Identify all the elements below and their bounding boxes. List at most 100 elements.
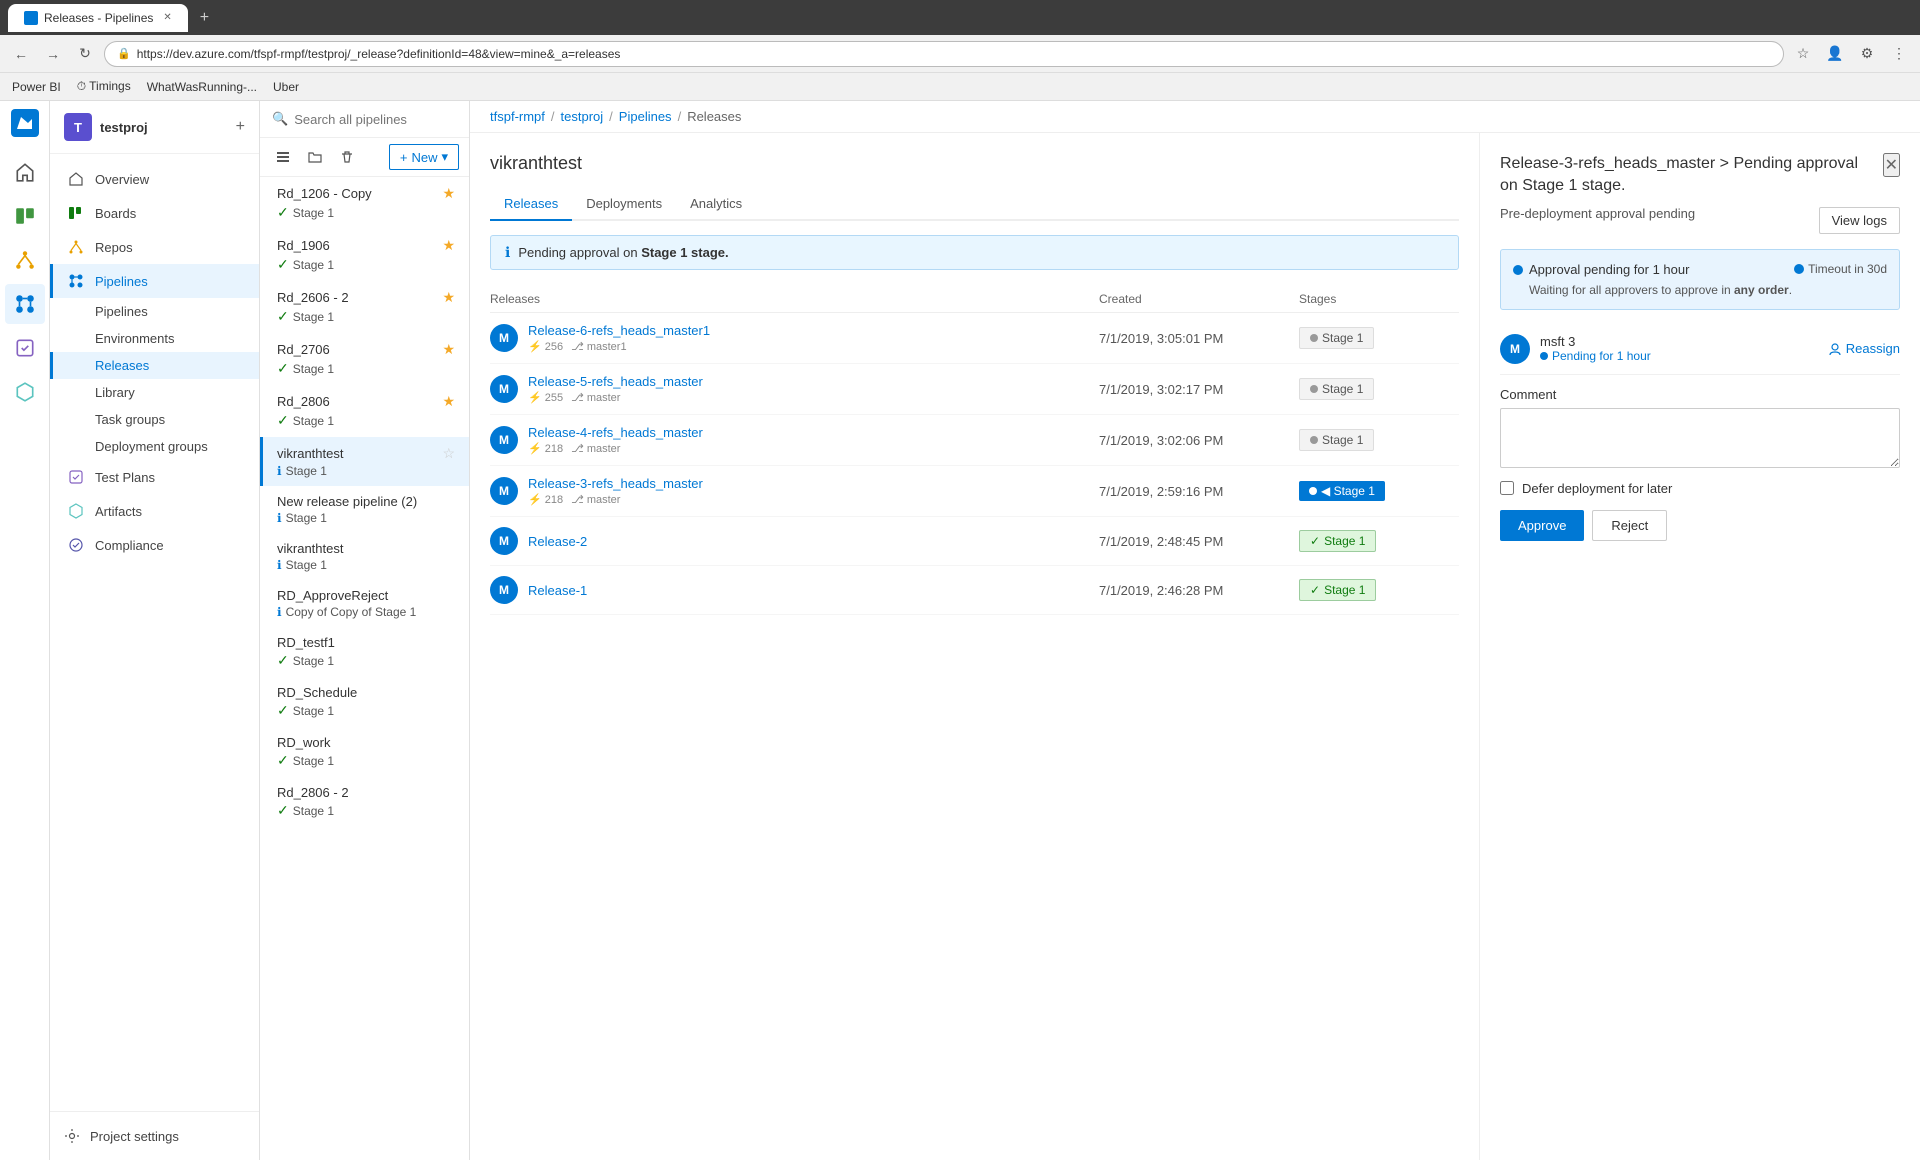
add-project-btn[interactable]: + xyxy=(236,118,245,136)
sidebar-item-artifacts[interactable]: Artifacts xyxy=(50,494,259,528)
tab-close-btn[interactable]: ✕ xyxy=(163,12,171,23)
pipeline-item-7[interactable]: vikranthtest ℹ Stage 1 xyxy=(260,533,469,580)
sidebar-item-test-plans[interactable]: Test Plans xyxy=(50,460,259,494)
stage-badge-3[interactable]: ◀ Stage 1 xyxy=(1299,481,1385,501)
close-panel-btn[interactable]: ✕ xyxy=(1883,153,1900,177)
pipeline-item-1[interactable]: Rd_1906 ★ ✓ Stage 1 xyxy=(260,229,469,281)
release-avatar-1: M xyxy=(490,375,518,403)
sidebar-item-boards[interactable]: Boards xyxy=(50,196,259,230)
more-btn[interactable]: ⋮ xyxy=(1886,41,1912,67)
browser-toolbar-icons: ☆ 👤 ⚙ ⋮ xyxy=(1790,41,1912,67)
star-icon-5[interactable]: ☆ xyxy=(442,445,455,462)
bookmark-powerbi[interactable]: Power BI xyxy=(12,80,61,94)
list-view-btn[interactable] xyxy=(270,144,296,170)
stage-cell-1: Stage 1 xyxy=(1299,378,1459,400)
star-icon-3[interactable]: ★ xyxy=(442,341,455,358)
releases-table: Releases Created Stages M Release-6-refs… xyxy=(490,286,1459,615)
global-nav-test-plans[interactable] xyxy=(5,328,45,368)
address-bar[interactable]: 🔒 https://dev.azure.com/tfspf-rmpf/testp… xyxy=(104,41,1784,67)
star-icon-1[interactable]: ★ xyxy=(442,237,455,254)
pipeline-item-11[interactable]: RD_work ✓ Stage 1 xyxy=(260,727,469,777)
sidebar-sub-task-groups[interactable]: Task groups xyxy=(50,406,259,433)
pipeline-item-8[interactable]: RD_ApproveReject ℹ Copy of Copy of Stage… xyxy=(260,580,469,627)
stage-badge-0[interactable]: Stage 1 xyxy=(1299,327,1374,349)
bookmark-timings[interactable]: ⏱ Timings xyxy=(77,79,131,94)
browser-toolbar: ← → ↻ 🔒 https://dev.azure.com/tfspf-rmpf… xyxy=(0,35,1920,73)
pipeline-item-9[interactable]: RD_testf1 ✓ Stage 1 xyxy=(260,627,469,677)
sidebar-item-repos[interactable]: Repos xyxy=(50,230,259,264)
star-icon-0[interactable]: ★ xyxy=(442,185,455,202)
approve-btn[interactable]: Approve xyxy=(1500,510,1584,541)
star-icon-4[interactable]: ★ xyxy=(442,393,455,410)
left-sidebar: T testproj + Overview Boards Rep xyxy=(50,101,260,1160)
browser-tab[interactable]: Releases - Pipelines ✕ xyxy=(8,4,188,32)
new-icon: + xyxy=(400,150,408,165)
sidebar-sub-deployment-groups[interactable]: Deployment groups xyxy=(50,433,259,460)
back-btn[interactable]: ← xyxy=(8,41,34,67)
approval-pending-left: Approval pending for 1 hour xyxy=(1513,262,1689,277)
star-icon-2[interactable]: ★ xyxy=(442,289,455,306)
forward-btn[interactable]: → xyxy=(40,41,66,67)
global-nav-repos[interactable] xyxy=(5,240,45,280)
pipeline-item-4[interactable]: Rd_2806 ★ ✓ Stage 1 xyxy=(260,385,469,437)
incognito-btn[interactable]: 👤 xyxy=(1822,41,1848,67)
breadcrumb-project[interactable]: testproj xyxy=(561,109,604,124)
repos-icon xyxy=(14,249,36,271)
pipeline-item-2[interactable]: Rd_2606 - 2 ★ ✓ Stage 1 xyxy=(260,281,469,333)
delete-btn[interactable] xyxy=(334,144,360,170)
release-name-cell-3: M Release-3-refs_heads_master ⚡ 218 ⎇ ma… xyxy=(490,476,1099,506)
release-date-1: 7/1/2019, 3:02:17 PM xyxy=(1099,382,1299,397)
pipeline-item-6[interactable]: New release pipeline (2) ℹ Stage 1 xyxy=(260,486,469,533)
stage-badge-4[interactable]: ✓ Stage 1 xyxy=(1299,530,1376,552)
global-nav-artifacts[interactable] xyxy=(5,372,45,412)
global-nav-pipelines[interactable] xyxy=(5,284,45,324)
release-link-1[interactable]: Release-5-refs_heads_master xyxy=(528,374,703,389)
release-link-4[interactable]: Release-2 xyxy=(528,534,587,549)
global-nav-overview[interactable] xyxy=(5,152,45,192)
reassign-btn[interactable]: Reassign xyxy=(1828,341,1900,356)
breadcrumb-org[interactable]: tfspf-rmpf xyxy=(490,109,545,124)
breadcrumb-section[interactable]: Pipelines xyxy=(619,109,672,124)
sidebar-sub-library[interactable]: Library xyxy=(50,379,259,406)
view-logs-btn[interactable]: View logs xyxy=(1819,207,1900,234)
release-link-0[interactable]: Release-6-refs_heads_master1 xyxy=(528,323,710,338)
stage-badge-1[interactable]: Stage 1 xyxy=(1299,378,1374,400)
azure-devops-logo[interactable] xyxy=(11,109,39,140)
pipeline-name-9: RD_testf1 xyxy=(277,635,455,650)
sidebar-footer: Project settings xyxy=(50,1111,259,1160)
sidebar-sub-environments[interactable]: Environments xyxy=(50,325,259,352)
pipeline-item-12[interactable]: Rd_2806 - 2 ✓ Stage 1 xyxy=(260,777,469,827)
tab-deployments[interactable]: Deployments xyxy=(572,188,676,221)
stage-badge-2[interactable]: Stage 1 xyxy=(1299,429,1374,451)
tab-releases[interactable]: Releases xyxy=(490,188,572,221)
search-input[interactable] xyxy=(294,112,457,127)
project-settings-link[interactable]: Project settings xyxy=(50,1120,259,1152)
pipeline-item-5[interactable]: vikranthtest ☆ ℹ Stage 1 xyxy=(260,437,469,486)
pipeline-item-0[interactable]: Rd_1206 - Copy ★ ✓ Stage 1 xyxy=(260,177,469,229)
reload-btn[interactable]: ↻ xyxy=(72,41,98,67)
sidebar-item-overview[interactable]: Overview xyxy=(50,162,259,196)
sidebar-sub-releases[interactable]: Releases xyxy=(50,352,259,379)
tab-releases-label: Releases xyxy=(504,196,558,211)
bookmark-btn[interactable]: ☆ xyxy=(1790,41,1816,67)
comment-textarea[interactable] xyxy=(1500,408,1900,468)
release-link-2[interactable]: Release-4-refs_heads_master xyxy=(528,425,703,440)
sidebar-sub-pipelines[interactable]: Pipelines xyxy=(50,298,259,325)
pipeline-item-10[interactable]: RD_Schedule ✓ Stage 1 xyxy=(260,677,469,727)
reject-btn[interactable]: Reject xyxy=(1592,510,1667,541)
pipeline-item-3[interactable]: Rd_2706 ★ ✓ Stage 1 xyxy=(260,333,469,385)
release-link-5[interactable]: Release-1 xyxy=(528,583,587,598)
new-tab-btn[interactable]: + xyxy=(200,9,209,27)
profile-btn[interactable]: ⚙ xyxy=(1854,41,1880,67)
defer-checkbox[interactable] xyxy=(1500,481,1514,495)
tab-analytics[interactable]: Analytics xyxy=(676,188,756,221)
global-nav-boards[interactable] xyxy=(5,196,45,236)
new-release-btn[interactable]: + New ▾ xyxy=(389,144,459,170)
sidebar-item-compliance[interactable]: Compliance xyxy=(50,528,259,562)
folder-view-btn[interactable] xyxy=(302,144,328,170)
bookmark-whatwas[interactable]: WhatWasRunning-... xyxy=(147,80,257,94)
sidebar-item-pipelines[interactable]: Pipelines xyxy=(50,264,259,298)
release-link-3[interactable]: Release-3-refs_heads_master xyxy=(528,476,703,491)
bookmark-uber[interactable]: Uber xyxy=(273,80,299,94)
stage-badge-5[interactable]: ✓ Stage 1 xyxy=(1299,579,1376,601)
